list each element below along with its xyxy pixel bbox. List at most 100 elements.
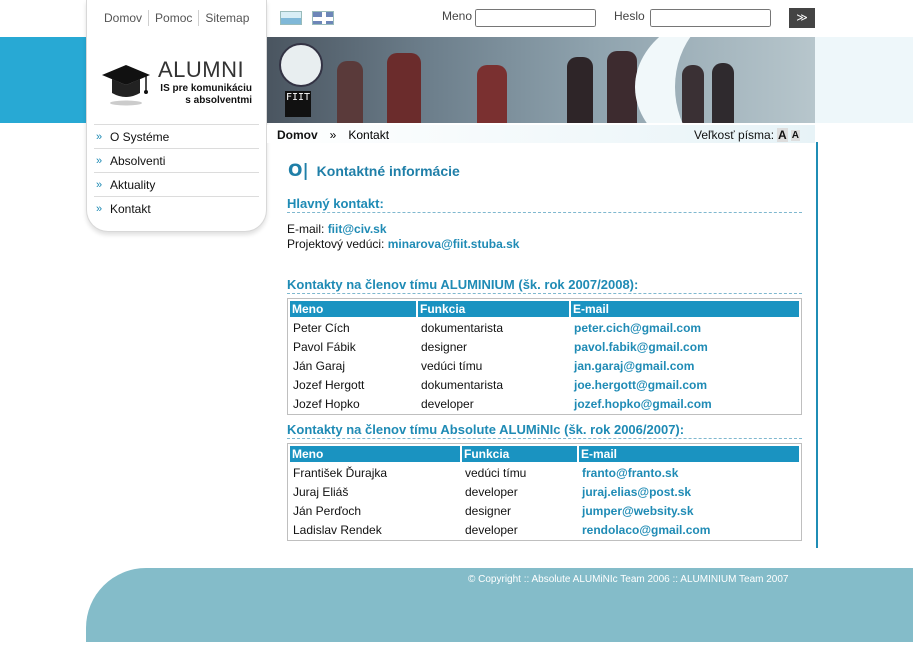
member-email-link[interactable]: rendolaco@gmail.com: [579, 521, 799, 538]
banner-figure: [567, 57, 593, 123]
content-right-border: [816, 142, 818, 548]
email-label: E-mail:: [287, 222, 325, 236]
main-contact-email-link[interactable]: fiit@civ.sk: [328, 222, 387, 236]
table-header-row: Meno Funkcia E-mail: [290, 301, 799, 317]
double-chevron-right-icon: »: [96, 130, 103, 143]
column-header-email: E-mail: [571, 301, 799, 317]
member-name: František Ďurajka: [293, 465, 388, 480]
title-bullet-icon: O|: [288, 161, 309, 181]
member-email-link[interactable]: juraj.elias@post.sk: [579, 483, 799, 500]
sidebar-item-label: Kontakt: [110, 201, 151, 216]
sidebar-item-graduates[interactable]: » Absolventi: [94, 148, 259, 172]
double-chevron-right-icon: »: [96, 154, 103, 167]
member-name: Juraj Eliáš: [293, 484, 349, 499]
table-row: Ján Garaj vedúci tímu jan.garaj@gmail.co…: [290, 357, 799, 374]
password-input[interactable]: [650, 9, 771, 27]
member-email-link[interactable]: jan.garaj@gmail.com: [571, 357, 799, 374]
password-label: Heslo: [614, 9, 645, 23]
english-flag-icon[interactable]: [312, 11, 334, 25]
table-row: Ladislav Rendek developer rendolaco@gmai…: [290, 521, 799, 538]
font-size-larger-button[interactable]: A: [777, 128, 788, 142]
member-role: vedúci tímu: [465, 465, 527, 480]
logo-subtitle-line2: s absolventmi: [185, 95, 252, 106]
top-navigation: Domov Pomoc Sitemap: [96, 10, 255, 26]
double-chevron-right-icon: »: [96, 202, 103, 215]
logo-subtitle: IS pre komunikáciu s absolventmi: [152, 83, 252, 107]
sidebar-item-label: Aktuality: [110, 177, 156, 192]
sidebar-item-contact[interactable]: » Kontakt: [94, 196, 259, 220]
column-header-name: Meno: [290, 446, 460, 462]
table-row: František Ďurajka vedúci tímu franto@fra…: [290, 464, 799, 481]
banner-figure: [607, 51, 637, 123]
username-label: Meno: [442, 9, 473, 23]
header-band-right: [815, 37, 913, 123]
team1-table: Meno Funkcia E-mail Peter Cích dokumenta…: [287, 298, 802, 415]
member-role: developer: [465, 484, 518, 499]
table-row: Pavol Fábik designer pavol.fabik@gmail.c…: [290, 338, 799, 355]
username-input[interactable]: [475, 9, 596, 27]
page-title: O| Kontaktné informácie: [288, 161, 460, 181]
sidebar-item-about[interactable]: » O Systéme: [94, 124, 259, 148]
banner-figure: [337, 61, 363, 123]
page: Domov Pomoc Sitemap ALUMNI IS pre komuni…: [0, 0, 913, 664]
font-size-smaller-button[interactable]: A: [790, 129, 800, 141]
member-name: Ján Garaj: [293, 358, 346, 373]
banner-curve: [635, 37, 815, 123]
language-switcher: [280, 11, 334, 25]
sidebar-menu: » O Systéme » Absolventi » Aktuality » K…: [94, 124, 259, 220]
breadcrumb-home-link[interactable]: Domov: [277, 128, 318, 142]
slovak-flag-icon[interactable]: [280, 11, 302, 25]
page-title-text: Kontaktné informácie: [316, 163, 460, 179]
logo-title: ALUMNI: [158, 57, 245, 82]
member-name: Pavol Fábik: [293, 339, 356, 354]
logo-subtitle-line1: IS pre komunikáciu: [160, 83, 252, 94]
member-role: developer: [465, 522, 518, 537]
member-email-link[interactable]: franto@franto.sk: [579, 464, 799, 481]
table-row: Peter Cích dokumentarista peter.cich@gma…: [290, 319, 799, 336]
table-row: Juraj Eliáš developer juraj.elias@post.s…: [290, 483, 799, 500]
member-role: dokumentarista: [421, 320, 504, 335]
nav-sitemap-link[interactable]: Sitemap: [198, 10, 255, 26]
alumni-logo[interactable]: ALUMNI IS pre komunikáciu s absolventmi: [100, 55, 260, 110]
member-email-link[interactable]: joe.hergott@gmail.com: [571, 376, 799, 393]
member-role: dokumentarista: [421, 377, 504, 392]
banner-figure: [387, 53, 421, 123]
table-row: Jozef Hopko developer jozef.hopko@gmail.…: [290, 395, 799, 412]
table-row: Ján Perďoch designer jumper@websity.sk: [290, 502, 799, 519]
university-seal-icon: [279, 43, 323, 87]
footer-copyright: © Copyright :: Absolute ALUMiNIc Team 20…: [468, 574, 789, 585]
table-header-row: Meno Funkcia E-mail: [290, 446, 799, 462]
font-size-label: Veľkosť písma:: [694, 128, 775, 142]
font-size-control: Veľkosť písma: A A: [694, 128, 800, 142]
banner-figure: [477, 65, 507, 123]
sidebar-item-news[interactable]: » Aktuality: [94, 172, 259, 196]
team2-table: Meno Funkcia E-mail František Ďurajka ve…: [287, 443, 802, 541]
main-contact-email-line: E-mail: fiit@civ.sk: [287, 222, 387, 236]
nav-help-link[interactable]: Pomoc: [148, 10, 198, 26]
member-email-link[interactable]: jozef.hopko@gmail.com: [571, 395, 799, 412]
member-name: Jozef Hergott: [293, 377, 365, 392]
member-email-link[interactable]: peter.cich@gmail.com: [571, 319, 799, 336]
nav-home-link[interactable]: Domov: [96, 10, 148, 26]
graduation-cap-icon: [102, 65, 150, 106]
login-submit-button[interactable]: ≫: [789, 8, 815, 28]
member-role: designer: [465, 503, 512, 518]
breadcrumb: Domov » Kontakt: [277, 128, 389, 142]
column-header-email: E-mail: [579, 446, 799, 462]
sidebar-item-label: Absolventi: [110, 153, 166, 168]
breadcrumb-current: Kontakt: [348, 128, 390, 142]
header-banner-photo: FIIT: [267, 37, 815, 123]
breadcrumb-separator: »: [329, 128, 337, 142]
team1-heading: Kontakty na členov tímu ALUMINIUM (šk. r…: [287, 277, 802, 294]
column-header-name: Meno: [290, 301, 416, 317]
member-name: Ján Perďoch: [293, 503, 362, 518]
project-leader-email-link[interactable]: minarova@fiit.stuba.sk: [388, 237, 520, 251]
sidebar-item-label: O Systéme: [110, 129, 170, 144]
member-email-link[interactable]: pavol.fabik@gmail.com: [571, 338, 799, 355]
column-header-role: Funkcia: [418, 301, 569, 317]
member-name: Jozef Hopko: [293, 396, 360, 411]
project-leader-line: Projektový vedúci: minarova@fiit.stuba.s…: [287, 237, 519, 251]
member-email-link[interactable]: jumper@websity.sk: [579, 502, 799, 519]
table-row: Jozef Hergott dokumentarista joe.hergott…: [290, 376, 799, 393]
member-role: designer: [421, 339, 468, 354]
